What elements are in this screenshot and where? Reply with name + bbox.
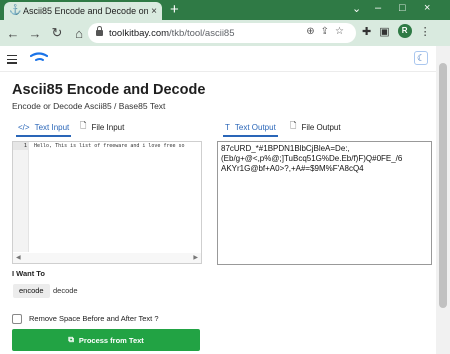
forward-icon[interactable]: → [24,26,46,41]
extensions-icon[interactable]: ✚ [362,25,371,38]
address-bar-actions: ⊕⇪☆ [306,26,350,37]
tab-text-input[interactable]: </> Text Input [15,121,72,137]
maximize-icon[interactable]: □ [399,2,406,14]
option-decode[interactable]: decode [47,284,84,298]
output-tabs: T Text Output 🗋 File Output [217,121,432,137]
remove-space-label: Remove Space Before and After Text ? [29,314,159,323]
browser-tab-title: Ascii85 Encode and Decode on T [23,6,149,16]
code-icon: </> [18,122,30,132]
window-close-icon[interactable]: × [424,2,430,14]
text-input-editor[interactable]: 1 Hello, This is list of freeware and i … [12,141,202,264]
tab-label: File Output [301,122,341,132]
browser-tab-bar: ⚓ Ascii85 Encode and Decode on T × + ⌄ –… [0,0,450,20]
anchor-icon: ⚓ [9,5,22,16]
remove-space-checkbox[interactable] [12,314,22,324]
file-icon: 🗋 [290,121,297,130]
site-logo[interactable] [30,52,48,64]
url-host: toolkitbay.com [109,27,170,39]
tab-search-icon[interactable]: ⌄ [352,2,361,15]
process-button[interactable]: ⧉ Process from Text [12,329,200,351]
want-to-label: I Want To [12,269,45,278]
scroll-right-icon[interactable]: ▶ [193,254,198,261]
tab-label: Text Output [234,122,276,132]
tab-file-output[interactable]: 🗋 File Output [290,121,341,133]
page-scrollbar-thumb[interactable] [439,63,447,308]
editor-text[interactable]: Hello, This is list of freeware and i lo… [34,142,200,150]
profile-avatar[interactable]: R [397,24,412,38]
bookmark-star-icon[interactable]: ☆ [335,26,350,37]
line-number: 1 [13,142,29,150]
share-icon[interactable]: ⇪ [321,26,335,37]
browser-tab[interactable]: ⚓ Ascii85 Encode and Decode on T × [4,2,162,20]
browser-right-tools: ✚ ▣ R ⋮ [362,24,431,38]
sidebar-icon[interactable]: ▣ [379,25,389,38]
back-icon[interactable]: ← [2,26,24,41]
option-encode[interactable]: encode [13,284,50,298]
input-tabs: </> Text Input 🗋 File Input [12,121,202,137]
page-title: Ascii85 Encode and Decode [12,82,206,98]
url-path: /tkb/tool/ascii85 [169,27,235,39]
editor-gutter: 1 [13,142,29,252]
tab-text-output[interactable]: T Text Output [223,121,278,137]
theme-toggle-moon-icon[interactable]: ☾ [414,51,428,65]
zoom-icon[interactable]: ⊕ [306,26,320,37]
home-icon[interactable]: ⌂ [68,26,90,41]
process-button-label: Process from Text [78,335,144,345]
reload-icon[interactable]: ↻ [46,25,68,41]
text-output-box[interactable]: 87cURD_*#1BPDN1BlbCjBleA=De:, (Eb/g+@<,p… [217,141,432,265]
new-tab-button[interactable]: + [170,1,179,19]
process-icon: ⧉ [68,335,74,344]
page-subtitle: Encode or Decode Ascii85 / Base85 Text [12,101,166,111]
tab-label: Text Input [34,122,70,132]
hamburger-menu-icon[interactable] [7,55,17,66]
address-bar[interactable]: toolkitbay.com /tkb/tool/ascii85 ⊕⇪☆ [88,23,356,43]
tab-file-input[interactable]: 🗋 File Input [80,121,124,133]
text-icon: T [225,122,230,132]
site-header: ☾ [0,46,436,72]
browser-menu-icon[interactable]: ⋮ [420,25,431,38]
file-icon: 🗋 [80,121,87,130]
editor-horizontal-scrollbar[interactable]: ◀ ▶ [13,253,201,263]
scroll-left-icon[interactable]: ◀ [16,254,21,261]
minimize-icon[interactable]: – [375,2,381,14]
tab-label: File Input [91,122,125,132]
lock-icon[interactable] [96,26,103,36]
tab-close-icon[interactable]: × [151,6,157,17]
